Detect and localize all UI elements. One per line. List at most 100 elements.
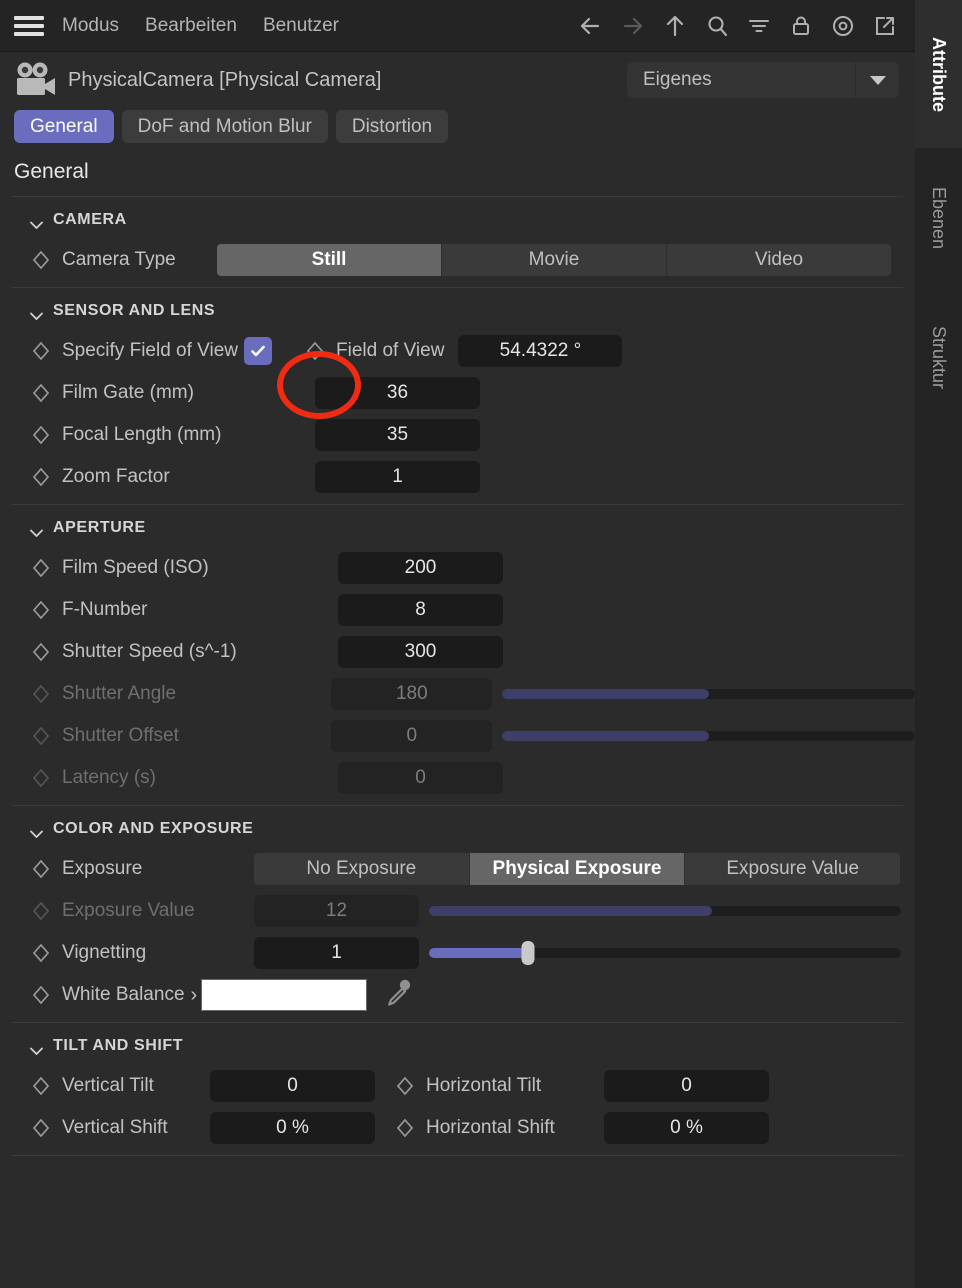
keyframe-diamond-icon[interactable] [30, 641, 52, 663]
menu-item-modus[interactable]: Modus [62, 15, 119, 37]
group-tilt-and-shift-header[interactable]: TILT AND SHIFT [0, 1023, 915, 1065]
vertical-shift-input[interactable]: 0 % [210, 1112, 375, 1144]
keyframe-diamond-icon[interactable] [394, 1075, 416, 1097]
keyframe-diamond-icon[interactable] [30, 340, 52, 362]
lock-icon[interactable] [787, 12, 815, 40]
group-color-and-exposure-header[interactable]: COLOR AND EXPOSURE [0, 806, 915, 848]
group-camera-header[interactable]: CAMERA [0, 197, 915, 239]
row-white-balance: White Balance › [0, 974, 915, 1016]
keyframe-diamond-icon[interactable] [30, 942, 52, 964]
camera-type-option-movie[interactable]: Movie [442, 244, 667, 276]
keyframe-diamond-icon[interactable] [30, 725, 52, 747]
rail-tab-ebenen[interactable]: Ebenen [915, 148, 962, 288]
arrow-up-icon[interactable] [661, 12, 689, 40]
group-aperture: APERTURE Film Speed (ISO) 200 F-Number 8 [0, 505, 915, 805]
film-speed-input[interactable]: 200 [338, 552, 503, 584]
arrow-right-icon[interactable] [619, 12, 647, 40]
field-of-view-input[interactable]: 54.4322 ° [458, 335, 623, 367]
camera-type-option-video[interactable]: Video [667, 244, 891, 276]
camera-type-label: Camera Type [62, 249, 176, 270]
zoom-factor-input[interactable]: 1 [315, 461, 480, 493]
vertical-shift-label: Vertical Shift [62, 1117, 168, 1138]
tab-dof-and-motion-blur[interactable]: DoF and Motion Blur [121, 110, 328, 143]
hamburger-menu-icon[interactable] [14, 15, 44, 36]
keyframe-diamond-icon[interactable] [30, 858, 52, 880]
group-aperture-header[interactable]: APERTURE [0, 505, 915, 547]
keyframe-diamond-icon[interactable] [304, 340, 326, 362]
keyframe-diamond-icon[interactable] [30, 984, 52, 1006]
focal-length-input[interactable]: 35 [315, 419, 480, 451]
row-shutter-speed: Shutter Speed (s^-1) 300 [0, 631, 915, 673]
shutter-offset-input[interactable]: 0 [331, 720, 493, 752]
exposure-option-no-exposure[interactable]: No Exposure [254, 853, 470, 885]
row-tilt: Vertical Tilt 0 Horizontal Tilt 0 [0, 1065, 915, 1107]
chevron-down-icon [30, 216, 43, 230]
group-tilt-and-shift: TILT AND SHIFT Vertical Tilt 0 Horizonta… [0, 1023, 915, 1155]
group-color-and-exposure-title: COLOR AND EXPOSURE [53, 820, 254, 837]
horizontal-tilt-label: Horizontal Tilt [426, 1075, 542, 1096]
keyframe-diamond-icon[interactable] [30, 249, 52, 271]
arrow-left-icon[interactable] [577, 12, 605, 40]
rail-tab-struktur[interactable]: Struktur [915, 288, 962, 428]
f-number-input[interactable]: 8 [338, 594, 503, 626]
shutter-speed-input[interactable]: 300 [338, 636, 503, 668]
keyframe-diamond-icon[interactable] [30, 1075, 52, 1097]
row-film-speed: Film Speed (ISO) 200 [0, 547, 915, 589]
keyframe-diamond-icon[interactable] [30, 767, 52, 789]
vertical-tilt-input[interactable]: 0 [210, 1070, 375, 1102]
toolbar-icons [577, 12, 915, 40]
exposure-option-physical-exposure[interactable]: Physical Exposure [469, 853, 686, 885]
keyframe-diamond-icon[interactable] [30, 683, 52, 705]
white-balance-color-swatch[interactable] [201, 979, 368, 1011]
row-exposure-value: Exposure Value 12 [0, 890, 915, 932]
keyframe-diamond-icon[interactable] [30, 466, 52, 488]
keyframe-diamond-icon[interactable] [30, 424, 52, 446]
film-gate-input[interactable]: 36 [315, 377, 480, 409]
tab-distortion[interactable]: Distortion [335, 110, 449, 143]
open-external-icon[interactable] [871, 12, 899, 40]
chevron-down-icon[interactable] [855, 62, 899, 98]
search-icon[interactable] [703, 12, 731, 40]
group-color-and-exposure: COLOR AND EXPOSURE Exposure No Exposure … [0, 806, 915, 1022]
row-specify-field-of-view: Specify Field of View Field of View 54.4… [0, 330, 915, 372]
keyframe-diamond-icon[interactable] [30, 900, 52, 922]
menu-item-bearbeiten[interactable]: Bearbeiten [145, 15, 237, 37]
mode-select-dropdown[interactable]: Eigenes [627, 62, 899, 98]
vignetting-input[interactable]: 1 [254, 937, 419, 969]
keyframe-diamond-icon[interactable] [30, 1117, 52, 1139]
record-icon[interactable] [829, 12, 857, 40]
latency-input[interactable]: 0 [338, 762, 503, 794]
application-window: Modus Bearbeiten Benutzer PhysicalCamera… [0, 0, 962, 1288]
shutter-angle-input[interactable]: 180 [331, 678, 493, 710]
object-title: PhysicalCamera [Physical Camera] [68, 68, 382, 91]
menu-item-benutzer[interactable]: Benutzer [263, 15, 339, 37]
row-exposure: Exposure No Exposure Physical Exposure E… [0, 848, 915, 890]
row-shutter-angle: Shutter Angle 180 [0, 673, 915, 715]
field-of-view-label: Field of View [336, 340, 445, 361]
filter-icon[interactable] [745, 12, 773, 40]
rail-tab-attribute[interactable]: Attribute [915, 0, 962, 148]
chevron-right-icon[interactable]: › [191, 984, 198, 1007]
vignetting-slider[interactable] [429, 941, 901, 965]
exposure-value-slider[interactable] [429, 906, 901, 916]
exposure-option-exposure-value[interactable]: Exposure Value [685, 853, 900, 885]
chevron-down-icon [30, 825, 43, 839]
exposure-value-input[interactable]: 12 [254, 895, 419, 927]
film-gate-label: Film Gate (mm) [62, 382, 194, 403]
camera-type-option-still[interactable]: Still [217, 244, 442, 276]
horizontal-shift-input[interactable]: 0 % [604, 1112, 769, 1144]
keyframe-diamond-icon[interactable] [30, 599, 52, 621]
horizontal-tilt-input[interactable]: 0 [604, 1070, 769, 1102]
group-camera: CAMERA Camera Type Still Movie Video [0, 197, 915, 287]
eyedropper-icon[interactable] [383, 977, 413, 1014]
shutter-offset-slider[interactable] [502, 731, 915, 741]
shutter-angle-slider[interactable] [502, 689, 915, 699]
chevron-down-icon [30, 307, 43, 321]
keyframe-diamond-icon[interactable] [30, 557, 52, 579]
group-sensor-and-lens-header[interactable]: SENSOR AND LENS [0, 288, 915, 330]
keyframe-diamond-icon[interactable] [394, 1117, 416, 1139]
tab-general[interactable]: General [14, 110, 114, 143]
keyframe-diamond-icon[interactable] [30, 382, 52, 404]
specify-field-of-view-checkbox[interactable] [244, 337, 273, 365]
shutter-speed-label: Shutter Speed (s^-1) [62, 641, 237, 662]
